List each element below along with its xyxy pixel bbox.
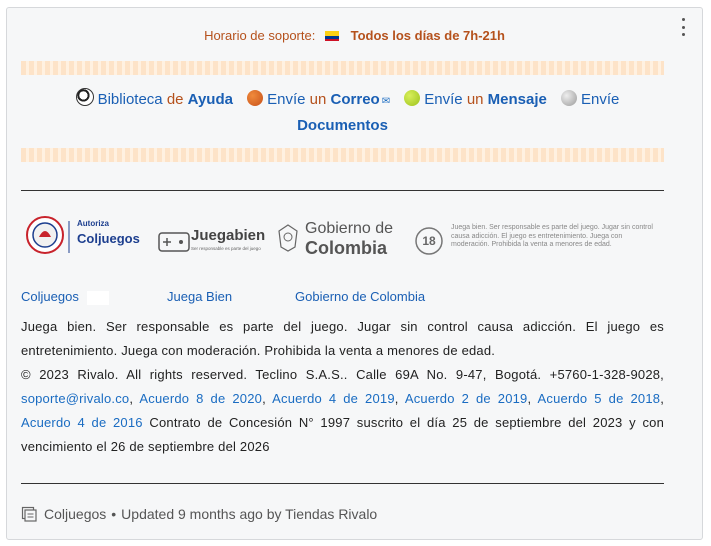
white-block (87, 291, 109, 305)
support-hours: Horario de soporte: Todos los días de 7h… (7, 28, 702, 43)
support-email-link[interactable]: soporte@rivalo.co (21, 391, 129, 406)
footer-link-coljuegos[interactable]: Coljuegos (21, 289, 79, 304)
acuerdo-link[interactable]: Acuerdo 4 de 2019 (272, 391, 395, 406)
category-icon (21, 506, 37, 522)
age-restriction-logo: 18 Juega bien. Ser responsable es parte … (413, 215, 664, 265)
category-link[interactable]: Coljuegos (44, 506, 106, 522)
regulator-logos: Autoriza Coljuegos Juegabien Ser respons… (21, 215, 664, 269)
juega-bien-logo: Juegabien Ser responsable es parte del j… (157, 215, 267, 265)
divider (21, 483, 664, 484)
help-message-link[interactable]: Envíe un Mensaje (394, 90, 551, 108)
copyright-text: © 2023 Rivalo. All rights reserved. Tecl… (21, 367, 664, 382)
acuerdo-link[interactable]: Acuerdo 2 de 2019 (405, 391, 528, 406)
footer-link-gobierno[interactable]: Gobierno de Colombia (295, 289, 425, 304)
gobierno-colombia-logo: Gobierno de Colombia (275, 215, 405, 265)
article-meta: Coljuegos • Updated 9 months ago by Tien… (21, 506, 377, 522)
meta-separator: • (111, 506, 117, 522)
age-18-badge: 18 (422, 234, 436, 248)
coljuegos-logo: Autoriza Coljuegos (25, 215, 145, 265)
volleyball-icon (561, 90, 578, 106)
gobierno-line2: Colombia (305, 238, 388, 258)
soccer-ball-icon (75, 88, 94, 106)
basketball-icon (247, 90, 264, 106)
article-card: Horario de soporte: Todos los días de 7h… (6, 7, 703, 540)
decorative-stripe (21, 61, 664, 75)
support-label: Horario de soporte: (204, 28, 316, 43)
mail-icon: ✉ (381, 96, 391, 107)
coljuegos-authorize: Autoriza (77, 219, 109, 228)
acuerdo-link[interactable]: Acuerdo 4 de 2016 (21, 415, 143, 430)
updated-text: Updated 9 months ago by Tiendas Rivalo (121, 506, 378, 522)
decorative-stripe (21, 148, 664, 162)
divider (21, 190, 664, 191)
help-links: Biblioteca de Ayuda Envíe un Correo ✉ Env… (21, 88, 664, 138)
juega-bien-name: Juegabien (191, 227, 266, 244)
help-email-link[interactable]: Envíe un Correo ✉ (237, 90, 394, 108)
acuerdo-link[interactable]: Acuerdo 8 de 2020 (139, 391, 262, 406)
colombia-flag-icon (324, 31, 339, 41)
help-library-link[interactable]: Biblioteca de Ayuda (66, 88, 238, 108)
tennis-ball-icon (404, 90, 421, 106)
acuerdo-link[interactable]: Acuerdo 5 de 2018 (538, 391, 661, 406)
coljuegos-name: Coljuegos (77, 231, 140, 246)
juega-bien-subtitle: Ser responsable es parte del juego (191, 246, 261, 251)
support-hours-value: Todos los días de 7h-21h (350, 28, 505, 43)
gobierno-line1: Gobierno de (305, 220, 394, 237)
age-restriction-text: Juega bien. Ser responsable es parte del… (451, 224, 653, 248)
footer-link-juega-bien[interactable]: Juega Bien (167, 289, 232, 304)
legal-text: Juega bien. Ser responsable es parte del… (21, 319, 665, 454)
responsible-gaming-text: Juega bien. Ser responsable es parte del… (21, 319, 664, 358)
